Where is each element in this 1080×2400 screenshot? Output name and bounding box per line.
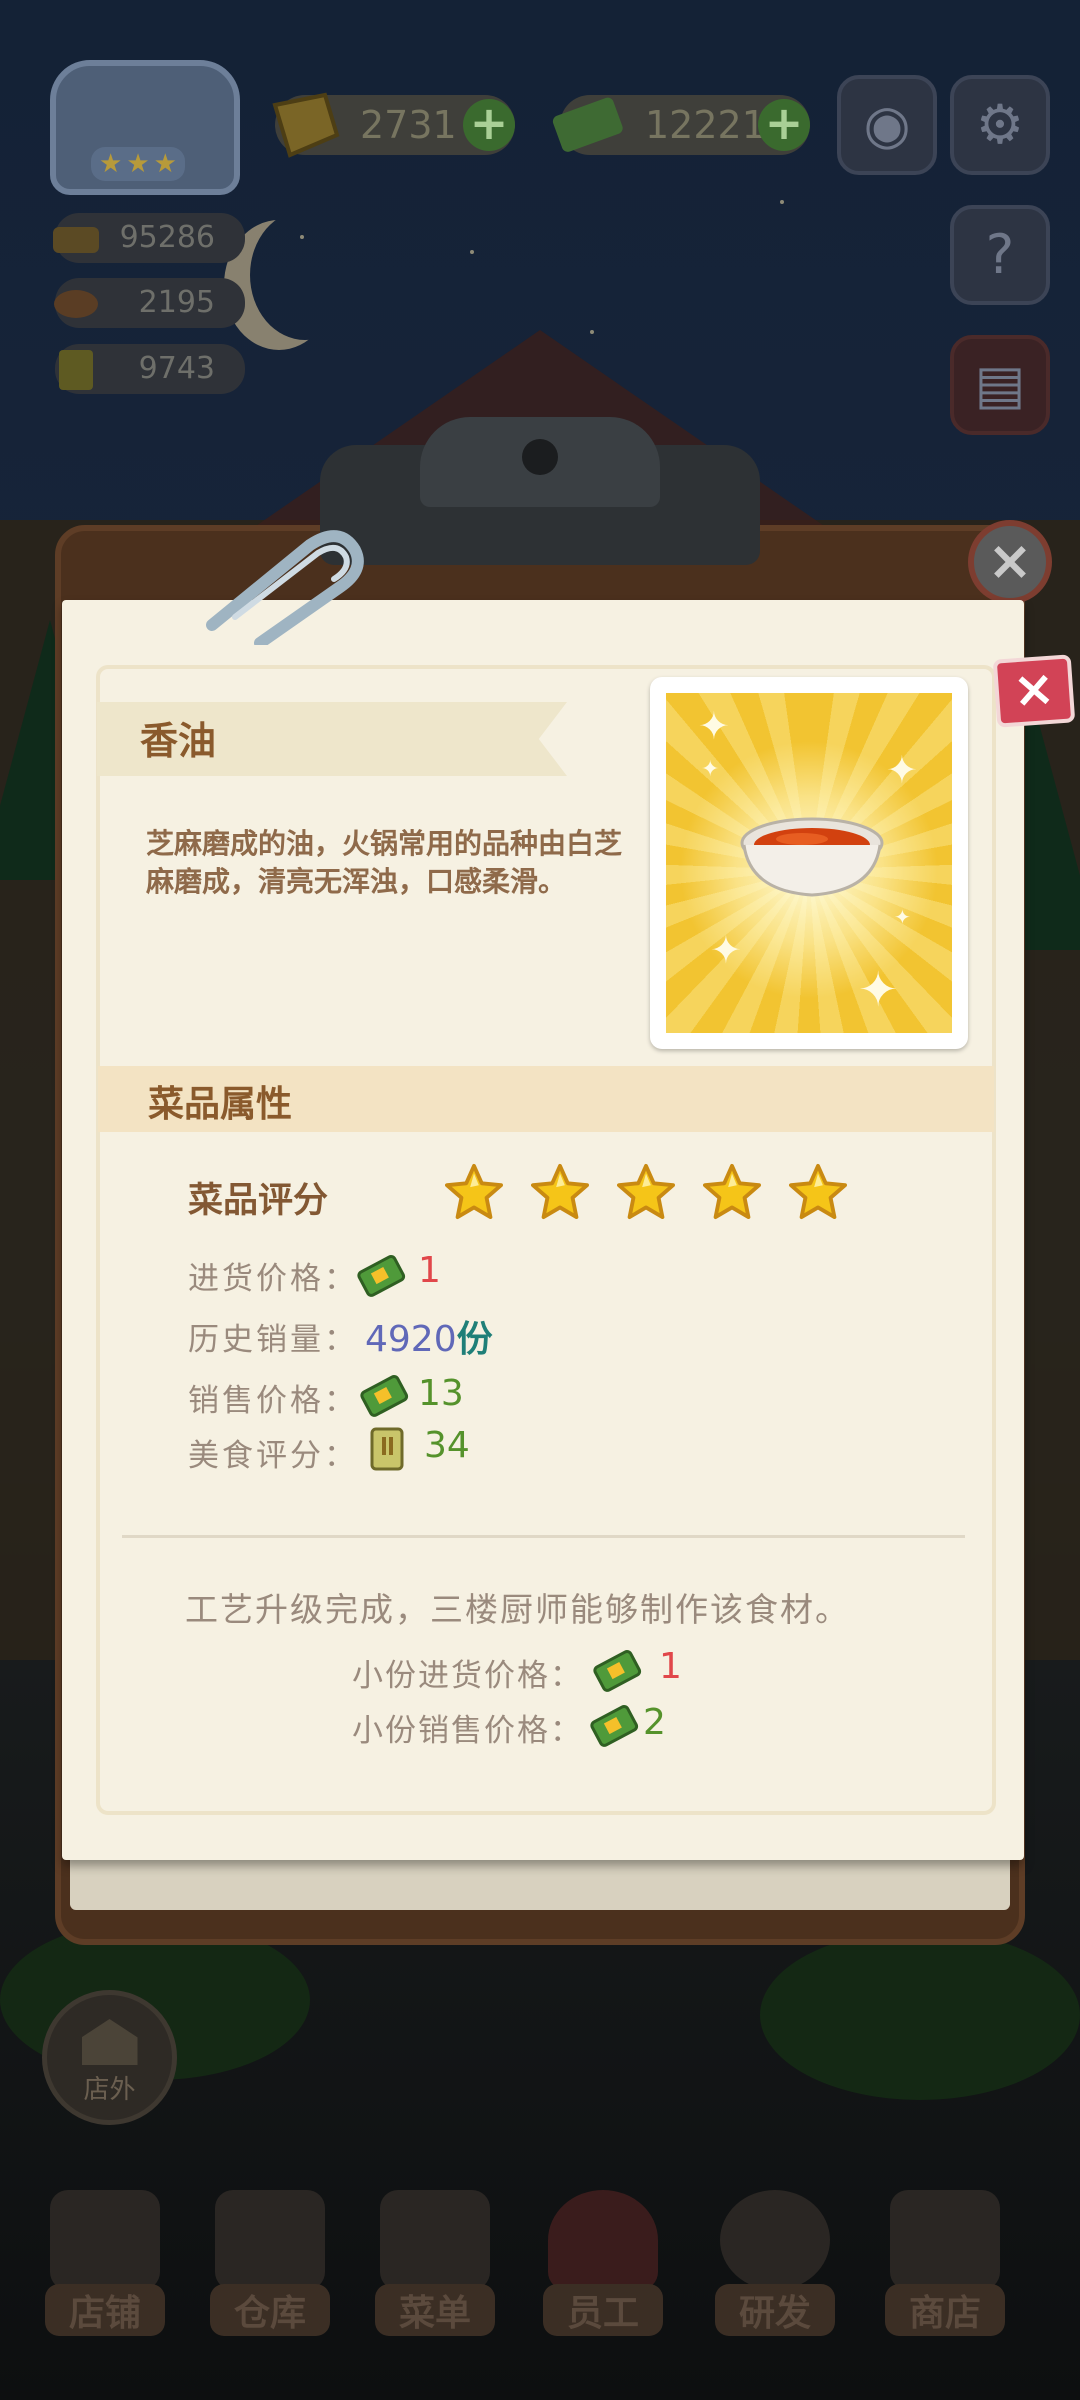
purchase-price-label: 进货价格：: [188, 1261, 358, 1297]
recipe-book-icon: [370, 1427, 404, 1471]
sparkle-icon: ✦: [701, 757, 720, 782]
rank-star-icon: ★: [99, 149, 123, 179]
sales-history-label: 历史销量：: [188, 1322, 358, 1358]
gem-counter: 2731 +: [272, 92, 515, 158]
cash-icon: [593, 1649, 642, 1692]
rank-star-icon: ★: [126, 149, 150, 179]
resource-recipe-value: 9743: [138, 351, 215, 386]
player-rank-badge[interactable]: ★ ★ ★: [50, 60, 240, 195]
rating-label: 菜品评分: [188, 1181, 329, 1221]
item-card-art: ✦ ✦ ✦ ✦ ✦ ✦: [666, 693, 952, 1033]
notebook-icon: ▤: [974, 353, 1026, 416]
item-name: 香油: [140, 719, 217, 763]
small-sale-price-value: 2: [643, 1702, 666, 1743]
outside-label: 店外: [83, 2075, 136, 2105]
rating-star-icon: [617, 1163, 675, 1220]
section-title: 菜品属性: [148, 1084, 293, 1125]
warehouse-icon: [215, 2190, 325, 2290]
cash-icon: [552, 97, 623, 152]
gem-count: 2731: [360, 103, 457, 147]
nav-staff[interactable]: 员工: [528, 2190, 678, 2340]
nav-store[interactable]: 商店: [870, 2190, 1020, 2340]
rank-stars: ★ ★ ★: [91, 147, 185, 181]
nav-research[interactable]: 研发: [700, 2190, 850, 2340]
chef-hat-icon: [54, 290, 98, 318]
sparkle-icon: ✦: [858, 962, 899, 1018]
food-score-label: 美食评分：: [188, 1438, 358, 1474]
divider: [122, 1535, 965, 1538]
clipboard-clip: [320, 417, 760, 565]
resource-chef: 2195: [54, 278, 245, 328]
rating-star-icon: [703, 1163, 761, 1220]
research-icon: [720, 2190, 830, 2290]
nav-shop-label: 店铺: [45, 2284, 165, 2336]
rank-star-icon: ★: [153, 149, 177, 179]
sparkle-icon: ✦: [710, 928, 742, 972]
cash-icon: [360, 1374, 409, 1417]
small-purchase-price-value: 1: [659, 1646, 682, 1687]
camera-button[interactable]: ◉: [837, 75, 937, 175]
sparkle-icon: ✦: [886, 748, 918, 792]
rating-star-icon: [531, 1163, 589, 1220]
nav-warehouse[interactable]: 仓库: [195, 2190, 345, 2340]
camera-icon: ◉: [863, 93, 911, 156]
food-score-value: 34: [424, 1425, 470, 1466]
nav-shop[interactable]: 店铺: [30, 2190, 180, 2340]
cash-icon: [590, 1704, 639, 1747]
help-book-icon: ?: [985, 223, 1015, 286]
sparkle-icon: ✦: [698, 704, 730, 748]
rating-star-icon: [445, 1163, 503, 1220]
board-close-button[interactable]: ×: [968, 520, 1052, 604]
shop-icon: [50, 2190, 160, 2290]
paperclip-icon: [206, 530, 364, 645]
item-description: 芝麻磨成的油，火锅常用的品种由白芝麻磨成，清亮无浑浊，口感柔滑。: [146, 827, 623, 898]
nav-staff-label: 员工: [543, 2284, 663, 2336]
close-button[interactable]: ×: [992, 654, 1076, 728]
rating-stars: [445, 1162, 847, 1220]
rating-star-icon: [789, 1163, 847, 1220]
staff-icon: [548, 2190, 658, 2290]
clip-hole: [522, 439, 558, 475]
resource-chef-value: 2195: [138, 285, 215, 320]
small-sale-price-label: 小份销售价格：: [352, 1713, 583, 1749]
gear-icon: ⚙: [975, 93, 1025, 156]
small-purchase-price-label: 小份进货价格：: [352, 1658, 583, 1694]
add-cash-button[interactable]: +: [758, 99, 810, 151]
sparkle-icon: ✦: [894, 905, 911, 929]
resource-food-value: 95286: [119, 220, 215, 255]
item-card: ✦ ✦ ✦ ✦ ✦ ✦: [650, 677, 968, 1049]
cash-counter: 12221 +: [552, 95, 810, 155]
nav-warehouse-label: 仓库: [210, 2284, 330, 2336]
sesame-oil-bowl-icon: [740, 817, 884, 897]
resource-food: 95286: [53, 213, 245, 263]
recipe-book-icon: [59, 350, 93, 390]
nav-store-label: 商店: [885, 2284, 1005, 2336]
clip-ring: [420, 417, 660, 507]
nav-menu-label: 菜单: [375, 2284, 495, 2336]
nav-menu[interactable]: 菜单: [360, 2190, 510, 2340]
resource-recipe: 9743: [55, 344, 245, 394]
sale-price-value: 13: [418, 1373, 464, 1414]
add-gems-button[interactable]: +: [463, 99, 515, 151]
help-button[interactable]: ?: [950, 205, 1050, 305]
notebook-button[interactable]: ▤: [950, 335, 1050, 435]
outside-button[interactable]: 店外: [42, 1990, 177, 2125]
nav-research-label: 研发: [715, 2284, 835, 2336]
upgrade-notice: 工艺升级完成，三楼厨师能够制作该食材。: [185, 1590, 850, 1629]
settings-button[interactable]: ⚙: [950, 75, 1050, 175]
gem-icon: [272, 92, 340, 158]
sales-history: 4920份: [365, 1310, 493, 1362]
cash-count: 12221: [645, 103, 766, 147]
purchase-price-value: 1: [418, 1250, 441, 1291]
sales-history-value: 4920: [365, 1319, 457, 1360]
sales-history-unit: 份: [456, 1319, 493, 1360]
house-icon: [81, 2019, 138, 2065]
sale-price-label: 销售价格：: [188, 1383, 358, 1419]
cash-icon: [357, 1254, 406, 1297]
store-icon: [890, 2190, 1000, 2290]
food-cart-icon: [53, 227, 99, 253]
menu-icon: [380, 2190, 490, 2290]
